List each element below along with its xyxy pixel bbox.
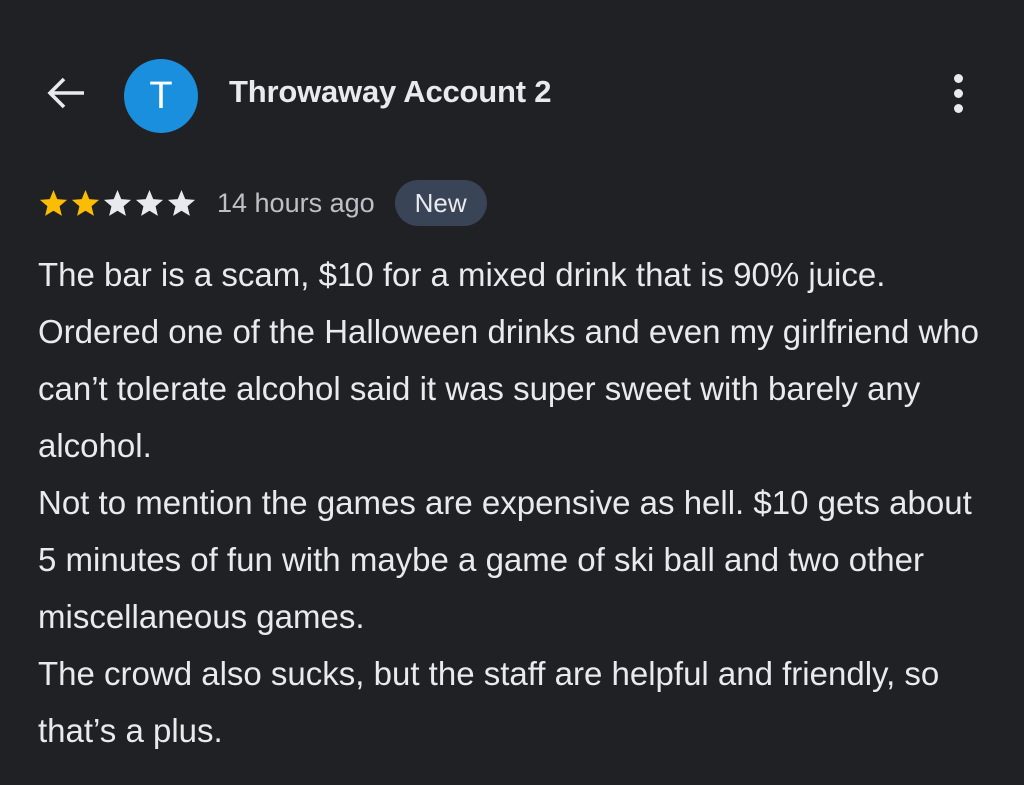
more-vert-icon-dot [953, 88, 963, 98]
more-vert-icon [953, 73, 963, 83]
arrow-back-icon [47, 77, 84, 109]
star-empty-icon [167, 189, 196, 216]
star-filled-icon [71, 189, 100, 216]
review-text: The bar is a scam, $10 for a mixed drink… [38, 246, 988, 759]
star-rating [38, 188, 197, 219]
review-paragraph: The crowd also sucks, but the staff are … [38, 655, 940, 749]
avatar-letter: T [149, 74, 173, 117]
avatar[interactable]: T [124, 59, 198, 133]
star-filled-icon [39, 189, 68, 216]
review-paragraph: The bar is a scam, $10 for a mixed drink… [38, 256, 980, 464]
review-meta: 14 hours ago New [38, 180, 487, 226]
review-paragraph: Not to mention the games are expensive a… [38, 484, 972, 635]
author-name[interactable]: Throwaway Account 2 [229, 72, 552, 112]
more-vert-icon-dot [953, 103, 963, 113]
more-options-button[interactable] [937, 68, 979, 118]
review-detail-screen: T Throwaway Account 2 14 hours ago New T… [0, 0, 1024, 785]
back-button[interactable] [40, 70, 92, 116]
review-header: T Throwaway Account 2 [0, 48, 1024, 134]
review-timestamp: 14 hours ago [217, 187, 375, 218]
star-empty-icon [135, 189, 164, 216]
star-empty-icon [103, 189, 132, 216]
new-badge: New [394, 180, 487, 226]
